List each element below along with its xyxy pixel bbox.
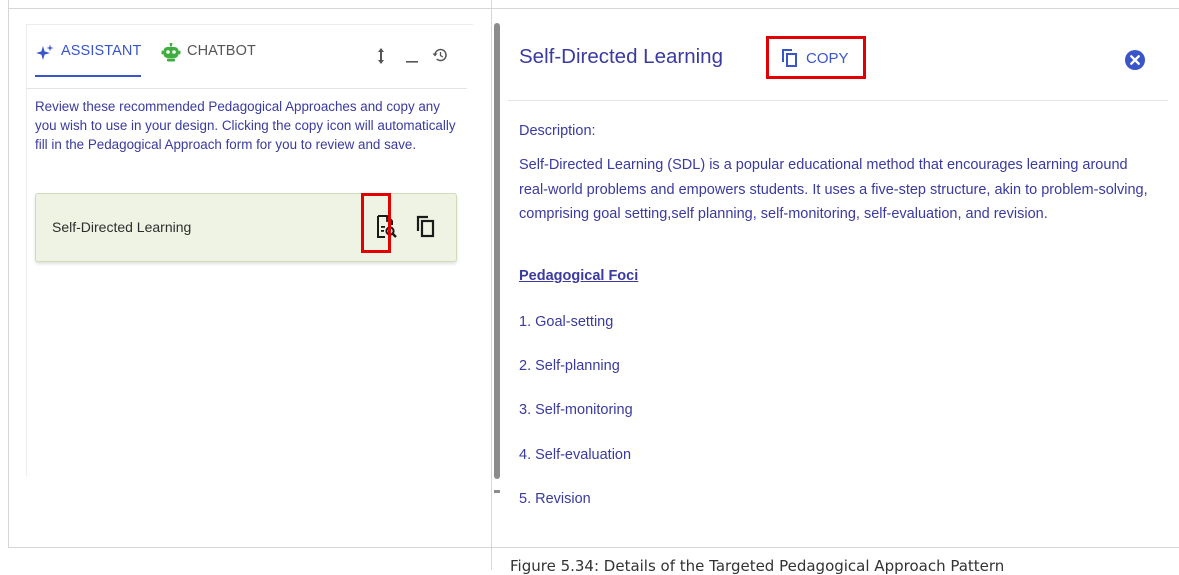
resize-icon[interactable] [376,47,386,70]
foci-item: 4. Self-evaluation [519,446,632,463]
grid-line-bottom [8,547,1179,548]
minimize-icon[interactable] [405,43,419,70]
description-label: Description: [519,123,596,139]
robot-icon [161,43,181,62]
detail-divider [508,100,1168,101]
assistant-tabs: ASSISTANT CHATBOT [27,25,467,89]
tab-chatbot[interactable]: CHATBOT [161,43,256,77]
description-text: Self-Directed Learning (SDL) is a popula… [519,157,1148,222]
detail-title: Self-Directed Learning [519,45,723,68]
close-icon [1125,50,1145,70]
recommendation-card[interactable]: Self-Directed Learning [35,193,457,262]
highlight-preview-icon [361,193,391,253]
tab-assistant-label: ASSISTANT [61,43,142,59]
assistant-panel: ASSISTANT CHATBOT Review these recommend… [26,23,500,493]
recommendation-title: Self-Directed Learning [52,219,192,235]
pedagogical-foci-link[interactable]: Pedagogical Foci [519,268,638,284]
assistant-intro-text: Review these recommended Pedagogical App… [35,99,456,152]
foci-list: 1. Goal-setting 2. Self-planning 3. Self… [519,303,633,524]
tab-assistant[interactable]: ASSISTANT [35,43,142,77]
history-icon[interactable] [432,47,448,68]
scrollbar[interactable] [494,23,500,479]
tab-chatbot-label: CHATBOT [187,43,256,59]
grid-line-top [8,8,1179,9]
close-button[interactable] [1125,50,1145,70]
foci-item: 2. Self-planning [519,358,620,375]
copy-icon [416,215,435,238]
foci-item: 3. Self-monitoring [519,402,633,419]
foci-item: 5. Revision [519,490,591,507]
figure-caption: Figure 5.34: Details of the Targeted Ped… [510,557,1005,575]
highlight-copy-button [766,36,866,79]
sparkle-icon [36,44,54,60]
scrollbar-end [494,490,500,493]
grid-line-left [8,0,9,548]
grid-line-middle [491,0,492,570]
foci-item: 1. Goal-setting [519,314,614,330]
copy-approach-button[interactable] [415,214,439,240]
